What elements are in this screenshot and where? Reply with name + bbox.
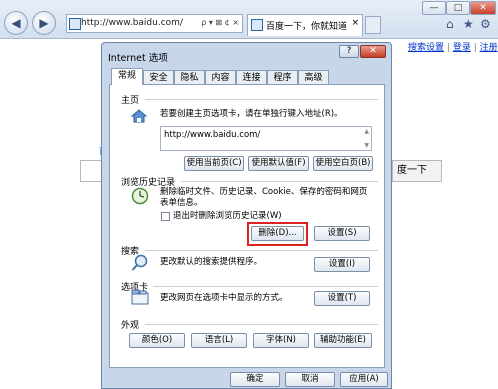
search-settings-button[interactable]: 设置(I) [314, 257, 370, 272]
favorites-star-icon[interactable]: ★ [463, 17, 474, 31]
history-description-line1: 删除临时文件、历史记录、Cookie、保存的密码和网页 [160, 187, 368, 197]
house-icon [131, 109, 147, 123]
use-current-page-button[interactable]: 使用当前页(C) [184, 156, 244, 171]
accessibility-button[interactable]: 辅助功能(E) [314, 333, 372, 348]
tab-baidu[interactable]: 百度一下，你就知道 × [247, 14, 363, 36]
history-settings-button[interactable]: 设置(S) [314, 226, 370, 241]
dialog-close-button[interactable]: ✕ [360, 45, 386, 58]
top-links: 搜索设置 | 登录 | 注册 [408, 43, 498, 53]
delete-on-exit-label: 退出时删除浏览历史记录(W) [173, 211, 282, 221]
search-settings-link[interactable]: 搜索设置 [408, 43, 444, 53]
back-button[interactable]: ◀ [4, 11, 28, 35]
tab-connections[interactable]: 连接 [236, 70, 267, 85]
tab-advanced[interactable]: 高级 [298, 70, 329, 85]
forward-arrow-icon: ▶ [39, 16, 49, 30]
tab-general[interactable]: 常规 [111, 68, 143, 85]
divider [153, 286, 378, 287]
tab-privacy[interactable]: 隐私 [174, 70, 205, 85]
history-clock-icon [131, 187, 149, 205]
forward-button[interactable]: ▶ [32, 11, 56, 35]
tab-close-icon[interactable]: × [351, 18, 359, 28]
tabs-window-icon [131, 289, 149, 305]
delete-history-button[interactable]: 删除(D)... [251, 226, 304, 241]
homepage-section-title: 主页 [121, 96, 140, 106]
homepage-description: 若要创建主页选项卡，请在单独行键入地址(R)。 [160, 109, 343, 119]
use-blank-button[interactable]: 使用空白页(B) [313, 156, 373, 171]
back-arrow-icon: ◀ [11, 16, 21, 30]
address-bar[interactable]: http://www.baidu.com/ ρ ▾ ⊠ ¢ × [66, 14, 243, 33]
address-controls[interactable]: ρ ▾ ⊠ ¢ × [201, 18, 239, 27]
divider [181, 181, 378, 182]
minimize-button[interactable]: — [422, 1, 446, 15]
cancel-button[interactable]: 取消 [285, 372, 335, 387]
tabs-description: 更改网页在选项卡中显示的方式。 [160, 293, 288, 303]
homepage-url: http://www.baidu.com/ [164, 130, 261, 140]
register-link[interactable]: 注册 [480, 43, 498, 53]
login-link[interactable]: 登录 [453, 43, 471, 53]
tools-gear-icon[interactable]: ⚙ [480, 17, 491, 31]
colors-button[interactable]: 颜色(O) [129, 333, 185, 348]
new-tab-button[interactable] [365, 16, 381, 34]
scroll-down-icon[interactable]: ▼ [364, 142, 369, 149]
search-button[interactable]: 度一下 [392, 160, 442, 182]
tab-content[interactable]: 内容 [205, 70, 236, 85]
divider [145, 324, 378, 325]
divider [145, 250, 378, 251]
help-button[interactable]: ? [339, 45, 359, 58]
close-window-button[interactable]: ✕ [470, 1, 496, 15]
homepage-url-box[interactable]: http://www.baidu.com/ ▲ ▼ [160, 126, 372, 151]
dialog-title: Internet 选项 [108, 53, 168, 64]
tab-security[interactable]: 安全 [143, 70, 174, 85]
scroll-up-icon[interactable]: ▲ [364, 128, 369, 135]
tab-title: 百度一下，你就知道 [266, 22, 348, 32]
fonts-button[interactable]: 字体(N) [253, 333, 309, 348]
delete-on-exit-checkbox[interactable] [161, 212, 170, 221]
use-default-button[interactable]: 使用默认值(F) [248, 156, 309, 171]
home-icon[interactable]: ⌂ [446, 17, 454, 31]
tabs-settings-button[interactable]: 设置(T) [314, 291, 370, 306]
address-text: http://www.baidu.com/ [81, 18, 183, 28]
magnifier-icon [131, 254, 148, 271]
search-description: 更改默认的搜索提供程序。 [160, 257, 263, 267]
languages-button[interactable]: 语言(L) [191, 333, 247, 348]
divider [145, 99, 378, 100]
appearance-section-title: 外观 [121, 321, 140, 331]
tab-programs[interactable]: 程序 [267, 70, 298, 85]
apply-button[interactable]: 应用(A) [340, 372, 388, 387]
maximize-button[interactable]: □ [446, 1, 470, 15]
ie-page-icon [69, 18, 81, 30]
ok-button[interactable]: 确定 [230, 372, 280, 387]
tab-favicon-icon [251, 19, 263, 31]
history-description-line2: 表单信息。 [160, 198, 203, 208]
